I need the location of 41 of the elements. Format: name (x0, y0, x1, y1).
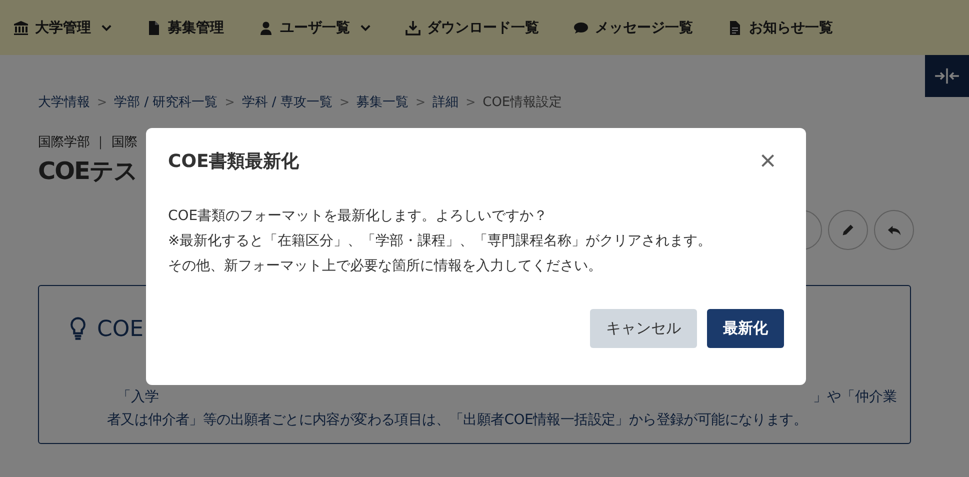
bank-icon (13, 20, 29, 36)
nav-menu-item[interactable]: メッセージ一覧 (573, 18, 693, 36)
dialog-message: その他、新フォーマット上で必要な箇所に情報を入力してください。 (168, 257, 603, 276)
nav-menu-item[interactable]: 大学管理 (13, 18, 112, 36)
breadcrumb-link[interactable]: 学部 / 研究科一覧 (114, 93, 218, 111)
download-icon (405, 20, 421, 36)
nav-menu-item[interactable]: ダウンロード一覧 (405, 18, 539, 36)
breadcrumb-separator: > (466, 95, 476, 109)
breadcrumb-link[interactable]: 募集一覧 (356, 93, 408, 111)
collapse-button[interactable] (925, 55, 969, 97)
breadcrumb-separator: > (97, 95, 108, 109)
info-text: 者又は仲介者」等の出願者ごとに内容が変わる項目は、「出願者COE情報一括設定」から登録が可能になります。 (107, 411, 808, 429)
close-button[interactable]: × (752, 147, 784, 175)
breadcrumb-separator: > (416, 95, 426, 109)
breadcrumb-separator: > (339, 95, 350, 109)
edit-button[interactable] (828, 210, 868, 250)
dialog-title: COE書類最新化 (168, 150, 299, 173)
file-icon (146, 20, 162, 36)
nav-menu-item[interactable]: ユーザ一覧 (258, 18, 371, 36)
document-icon (727, 20, 743, 36)
nav-menu-item[interactable]: お知らせ一覧 (727, 18, 833, 36)
info-title: COE (97, 316, 144, 342)
breadcrumb-link[interactable]: 詳細 (432, 93, 459, 111)
nav-menu-item[interactable]: 募集管理 (146, 18, 224, 36)
collapse-arrows-icon (934, 67, 960, 85)
department-label: 国際学部 ｜ 国際 (38, 134, 138, 151)
breadcrumb-separator: > (224, 95, 235, 109)
page-title: COEテス (38, 156, 138, 187)
info-text: 」や「仲介業 (813, 388, 897, 406)
breadcrumb-link[interactable]: 大学情報 (38, 93, 90, 111)
speech-bubble-icon (573, 20, 589, 36)
lightbulb-icon (69, 316, 87, 342)
confirm-button[interactable]: 最新化 (707, 309, 784, 348)
dialog-message: COE書類のフォーマットを最新化します。よろしいですか？ (168, 207, 549, 226)
pencil-icon (841, 223, 855, 237)
cancel-button[interactable]: キャンセル (590, 309, 697, 348)
info-text: 「入学 (117, 388, 159, 406)
user-icon (258, 20, 274, 36)
dialog-message: ※最新化すると「在籍区分」、「学部・課程」、「専門課程名称」がクリアされます。 (168, 232, 713, 251)
breadcrumb-link[interactable]: 学科 / 専攻一覧 (242, 93, 332, 111)
back-button[interactable] (874, 210, 914, 250)
